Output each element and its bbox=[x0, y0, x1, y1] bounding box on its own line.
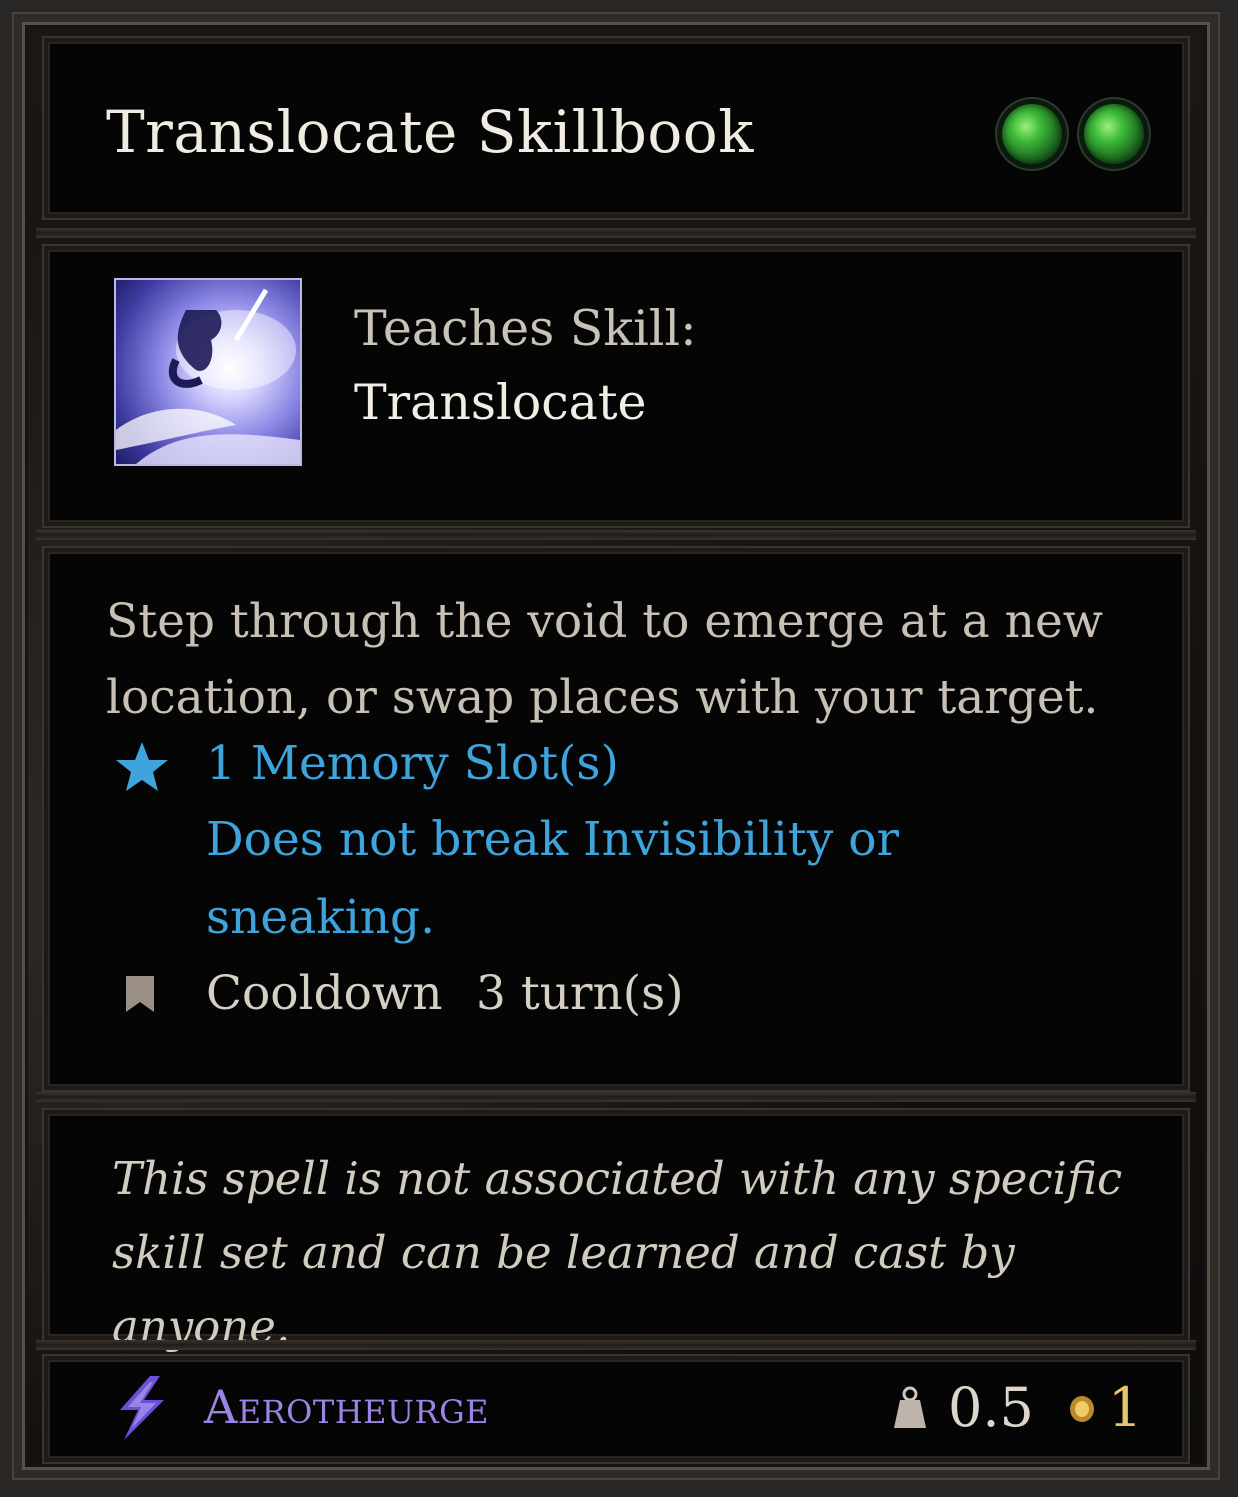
divider bbox=[36, 1092, 1196, 1102]
cooldown-value: 3 turn(s) bbox=[476, 966, 684, 1021]
divider bbox=[36, 1340, 1196, 1350]
teaches-skill-name: Translocate bbox=[354, 374, 647, 431]
rarity-gem-icon bbox=[1002, 104, 1062, 164]
skill-school: Aerotheurge bbox=[204, 1380, 490, 1434]
gold-value: 1 bbox=[1108, 1376, 1143, 1439]
item-tooltip: Translocate Skillbook Teaches Skill: Tra… bbox=[14, 14, 1218, 1478]
translocate-skill-icon bbox=[114, 278, 302, 466]
invisibility-text-continued: sneaking. bbox=[206, 890, 436, 945]
rarity-gem-icon bbox=[1084, 104, 1144, 164]
cooldown-bookmark-icon bbox=[126, 976, 154, 1012]
memory-star-icon bbox=[116, 742, 168, 791]
teaches-skill-label: Teaches Skill: bbox=[354, 300, 697, 357]
invisibility-text: Does not break Invisibility or bbox=[206, 812, 899, 867]
weight-icon bbox=[894, 1386, 926, 1428]
gold-coin-icon bbox=[1070, 1396, 1094, 1422]
divider bbox=[36, 530, 1196, 540]
skill-description: Step through the void to emerge at a new… bbox=[106, 594, 1103, 725]
skill-note: This spell is not associated with any sp… bbox=[112, 1152, 1123, 1353]
weight-value: 0.5 bbox=[948, 1376, 1034, 1439]
divider bbox=[36, 228, 1196, 238]
memory-slot-text: 1 Memory Slot(s) bbox=[206, 736, 619, 791]
cooldown-label: Cooldown bbox=[206, 966, 443, 1021]
item-title: Translocate Skillbook bbox=[106, 98, 754, 166]
lightning-icon bbox=[120, 1376, 164, 1440]
